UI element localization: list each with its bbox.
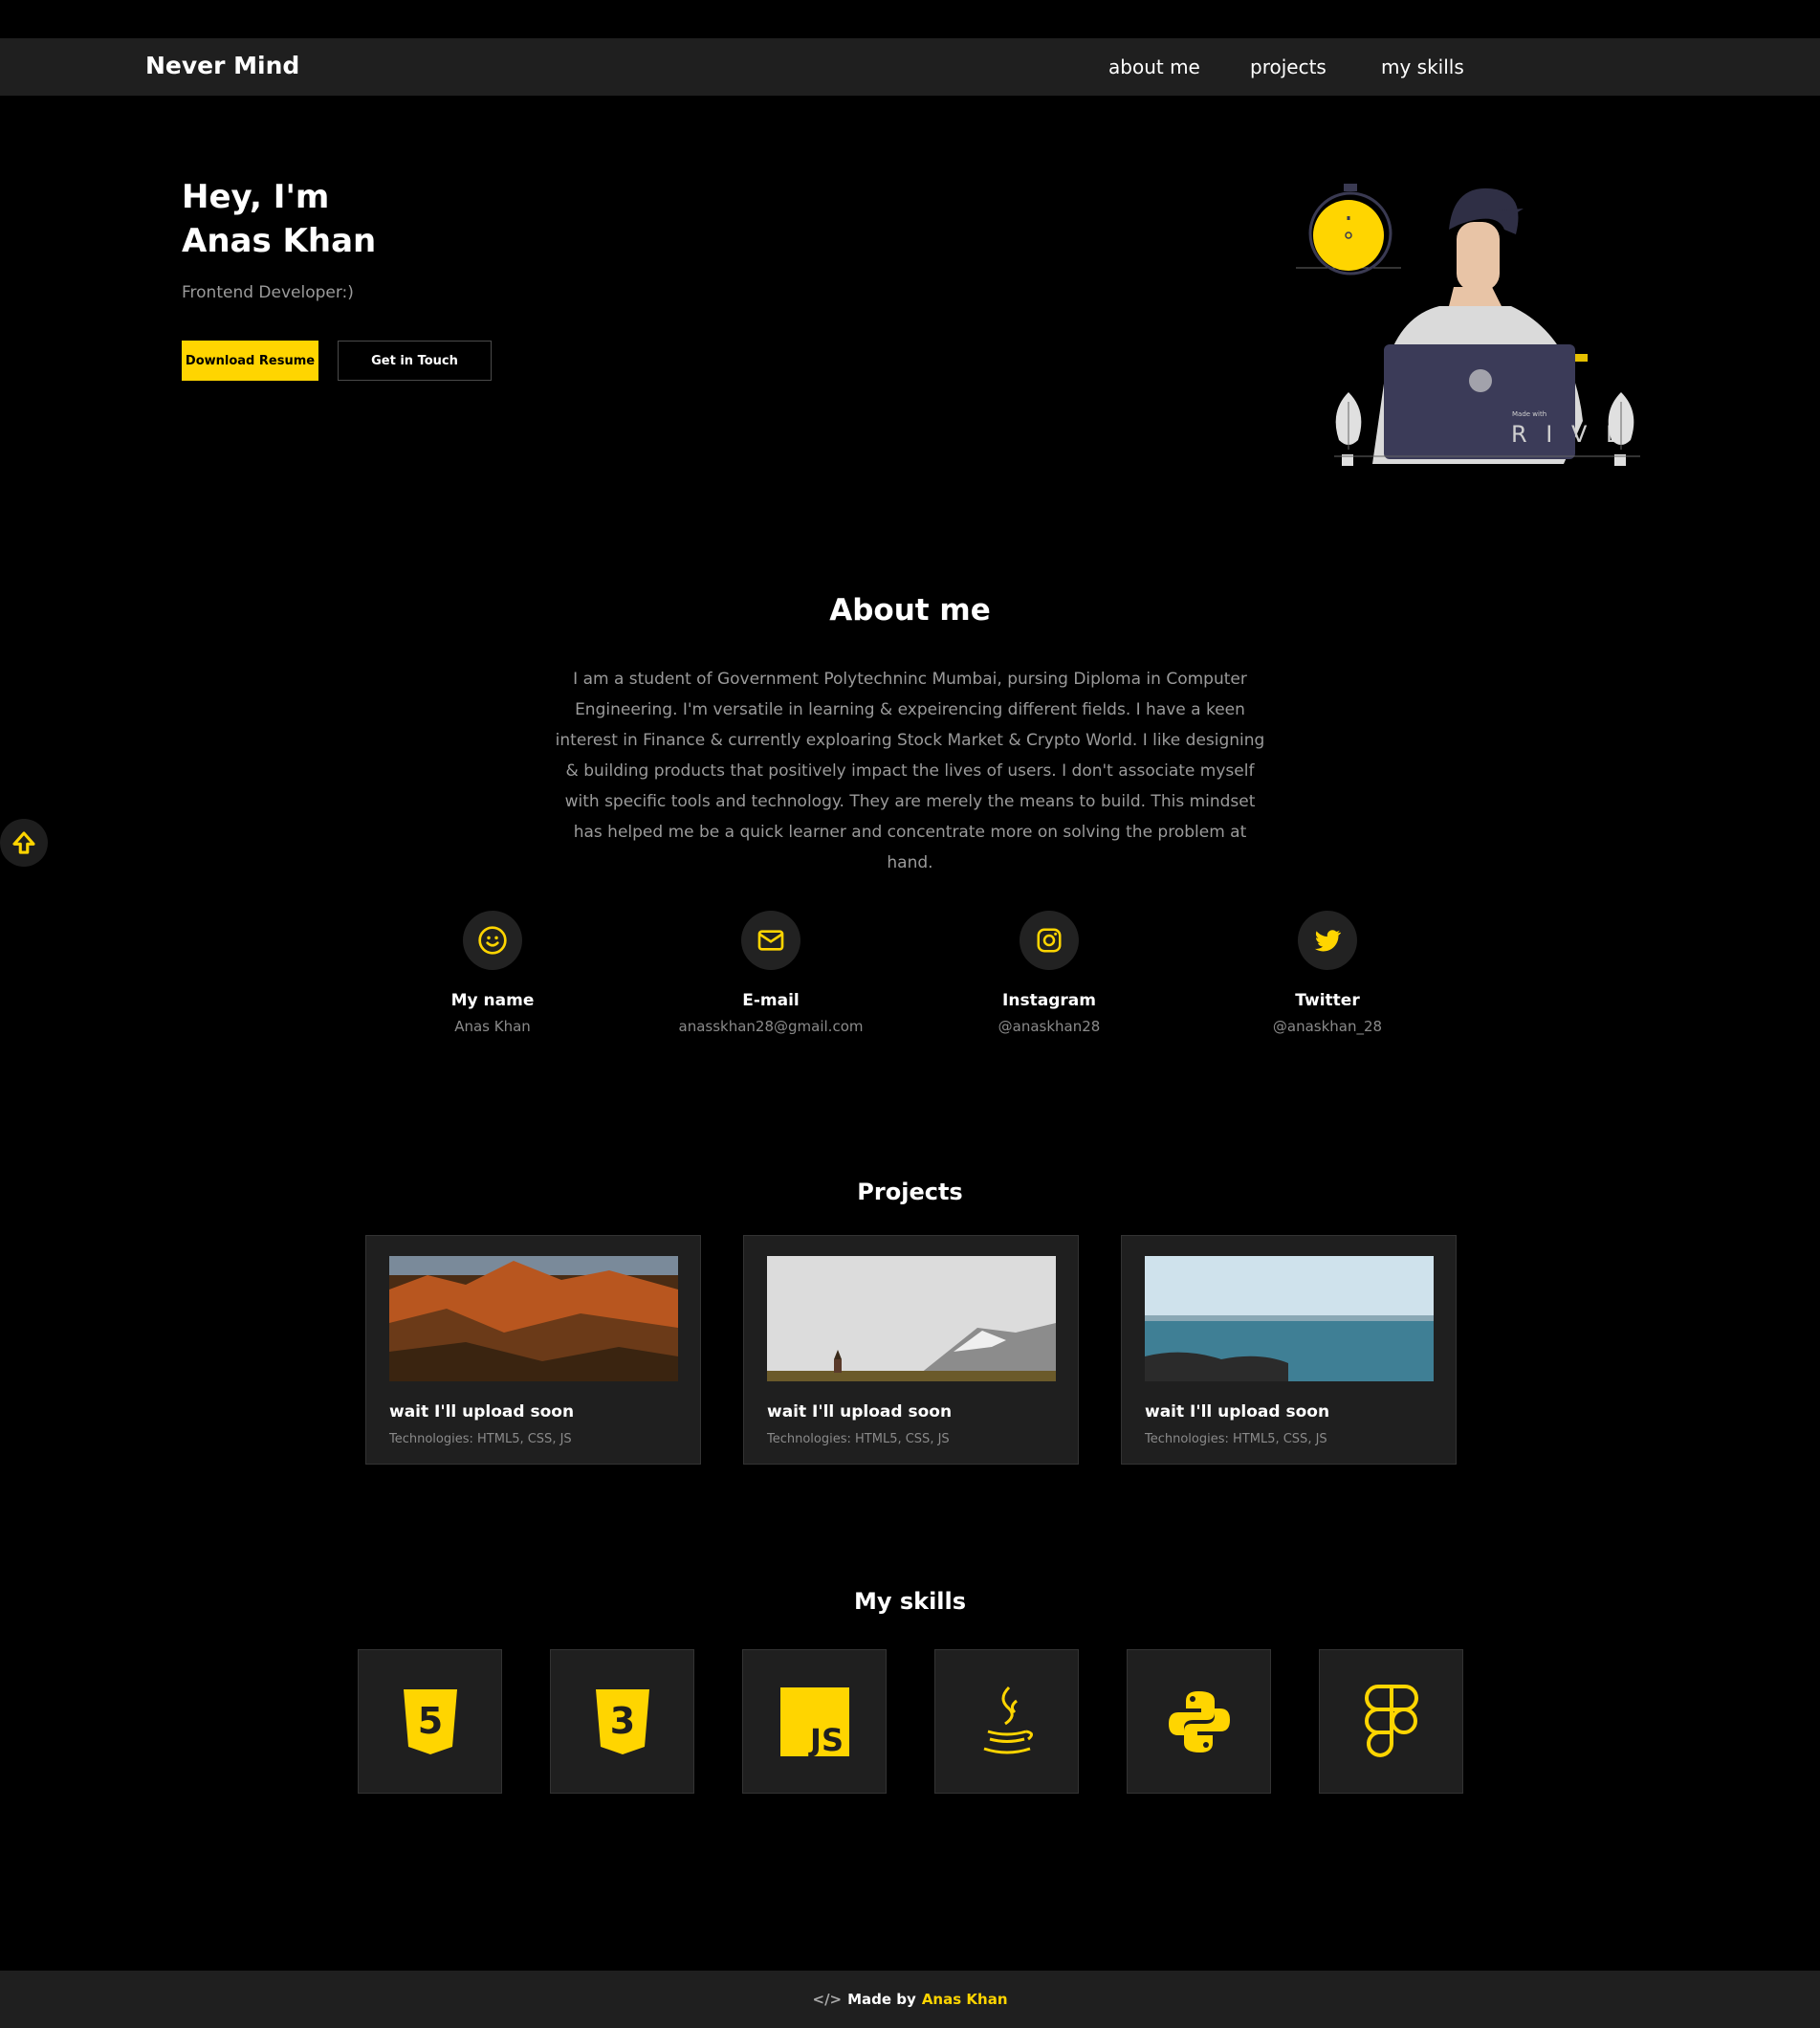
project-thumbnail-mountain bbox=[767, 1256, 1056, 1381]
contact-value[interactable]: anasskhan28@gmail.com bbox=[666, 1018, 876, 1035]
javascript-icon: JS bbox=[779, 1686, 849, 1756]
skill-tile-html5: 5 bbox=[358, 1649, 502, 1794]
contact-label: Twitter bbox=[1295, 991, 1360, 1010]
about-title: About me bbox=[829, 593, 991, 628]
nav-link-about[interactable]: about me bbox=[1108, 55, 1200, 78]
hero-name: Anas Khan bbox=[182, 222, 377, 260]
html5-icon: 5 bbox=[403, 1688, 457, 1754]
project-tech: Technologies: HTML5, CSS, JS bbox=[767, 1432, 950, 1446]
css3-icon: 3 bbox=[595, 1688, 649, 1754]
project-card[interactable]: wait I'll upload soon Technologies: HTML… bbox=[743, 1235, 1079, 1465]
skill-tile-css3: 3 bbox=[550, 1649, 694, 1794]
project-tech: Technologies: HTML5, CSS, JS bbox=[389, 1432, 572, 1446]
project-card[interactable]: wait I'll upload soon Technologies: HTML… bbox=[1121, 1235, 1457, 1465]
contact-instagram: Instagram @anaskhan28 bbox=[944, 911, 1154, 1035]
project-thumbnail-sea bbox=[1145, 1256, 1434, 1381]
hero-greeting: Hey, I'm bbox=[182, 178, 330, 216]
contact-value[interactable]: @anaskhan_28 bbox=[1222, 1018, 1433, 1035]
project-title: wait I'll upload soon bbox=[1145, 1402, 1330, 1422]
hero-role: Frontend Developer:) bbox=[182, 283, 354, 302]
get-in-touch-button[interactable]: Get in Touch bbox=[338, 341, 492, 381]
project-title: wait I'll upload soon bbox=[389, 1402, 575, 1422]
twitter-icon-circle[interactable] bbox=[1298, 911, 1357, 970]
skill-tile-figma bbox=[1319, 1649, 1463, 1794]
css3-digit: 3 bbox=[609, 1700, 634, 1742]
skill-tile-javascript: JS bbox=[742, 1649, 887, 1794]
js-label: JS bbox=[808, 1722, 844, 1756]
figma-icon bbox=[1364, 1684, 1418, 1757]
brand-logo[interactable]: Never Mind bbox=[145, 52, 299, 79]
twitter-icon bbox=[1314, 930, 1342, 952]
developer-illustration: Made with R I V E bbox=[1296, 184, 1640, 466]
contact-label: Instagram bbox=[1002, 991, 1096, 1010]
contact-name: My name Anas Khan bbox=[387, 911, 598, 1035]
project-title: wait I'll upload soon bbox=[767, 1402, 953, 1422]
project-tech: Technologies: HTML5, CSS, JS bbox=[1145, 1432, 1327, 1446]
skill-tile-java bbox=[934, 1649, 1079, 1794]
contact-label: My name bbox=[450, 991, 535, 1010]
python-icon bbox=[1168, 1690, 1230, 1752]
contact-email: E-mail anasskhan28@gmail.com bbox=[666, 911, 876, 1035]
code-icon: </> bbox=[812, 1991, 843, 2008]
illustration-badge: Made with bbox=[1512, 410, 1546, 418]
arrow-up-icon bbox=[12, 831, 35, 854]
mail-icon-circle[interactable] bbox=[741, 911, 800, 970]
instagram-icon-circle[interactable] bbox=[1020, 911, 1079, 970]
hero-heading: Hey, I'm Anas Khan bbox=[182, 175, 376, 263]
instagram-icon bbox=[1037, 928, 1062, 953]
projects-title: Projects bbox=[857, 1179, 963, 1205]
scroll-to-top-button[interactable] bbox=[0, 819, 48, 867]
skills-title: My skills bbox=[853, 1588, 967, 1615]
smile-icon-circle bbox=[463, 911, 522, 970]
nav-link-skills[interactable]: my skills bbox=[1381, 55, 1464, 78]
contact-label: E-mail bbox=[742, 991, 800, 1010]
project-thumbnail-canyon bbox=[389, 1256, 678, 1381]
mail-icon bbox=[757, 930, 784, 951]
skill-tile-python bbox=[1127, 1649, 1271, 1794]
contact-twitter: Twitter @anaskhan_28 bbox=[1222, 911, 1433, 1035]
footer-prefix: Made by bbox=[847, 1991, 916, 2008]
java-icon bbox=[983, 1686, 1033, 1753]
project-card[interactable]: wait I'll upload soon Technologies: HTML… bbox=[365, 1235, 701, 1465]
smile-icon bbox=[478, 926, 507, 955]
html5-digit: 5 bbox=[417, 1700, 442, 1742]
contact-value: Anas Khan bbox=[454, 1018, 531, 1035]
download-resume-button[interactable]: Download Resume bbox=[182, 341, 318, 381]
about-description: I am a student of Government Polytechnin… bbox=[555, 670, 1265, 872]
nav-link-projects[interactable]: projects bbox=[1250, 55, 1327, 78]
top-navbar: Never Mind about me projects my skills bbox=[0, 38, 1820, 96]
footer: </> Made by Anas Khan bbox=[0, 1971, 1820, 2028]
footer-author-link[interactable]: Anas Khan bbox=[922, 1991, 1008, 2008]
contact-value[interactable]: @anaskhan28 bbox=[944, 1018, 1154, 1035]
